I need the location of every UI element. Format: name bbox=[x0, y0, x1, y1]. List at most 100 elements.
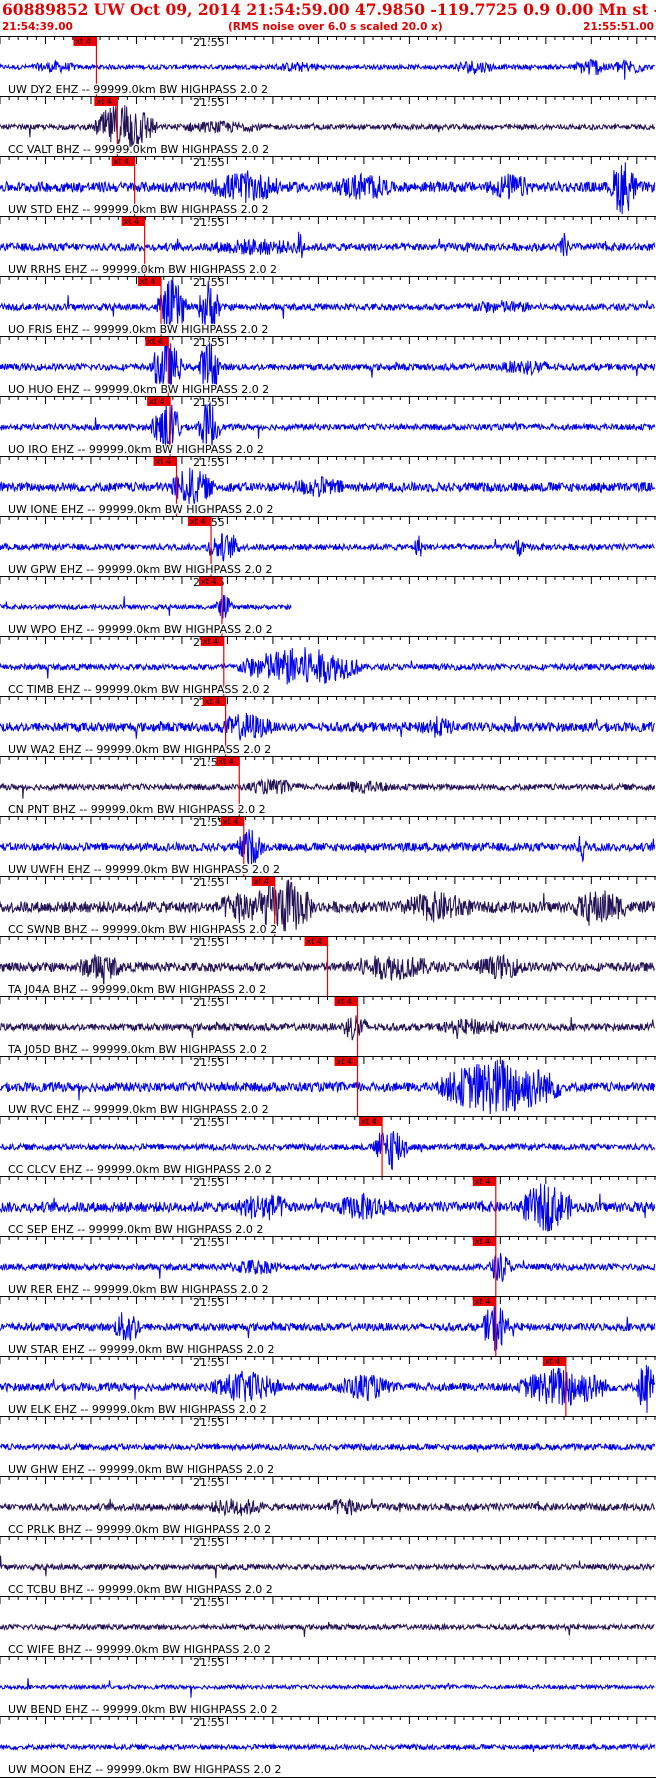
waveform-line bbox=[0, 533, 655, 562]
trace-strip: 21:55 CC TCBU BHZ -- 99999.0km BW HIGHPAS… bbox=[0, 1536, 656, 1597]
tick-label: 21:55 bbox=[193, 36, 225, 49]
trace-strip: 21:55 UW MOON EHZ -- 99999.0km BW HIGHPAS… bbox=[0, 1716, 656, 1777]
waveform-line bbox=[0, 1252, 656, 1282]
trace-strip: 21:55 xt 4 TA J05D BHZ -- 99999.0km BW HIG… bbox=[0, 996, 656, 1057]
trace-strip: 21:55 xt 4 UW RVC EHZ -- 99999.0km BW HIGH… bbox=[0, 1056, 656, 1117]
trace-strip: 21:55 xt 4 UW IONE EHZ -- 99999.0km BW HIG… bbox=[0, 456, 656, 517]
station-label: UO FRIS EHZ -- 99999.0km BW HIGHPASS 2.0… bbox=[8, 323, 268, 336]
pick-label: xt 4 bbox=[475, 1297, 491, 1306]
tick-label: 21:55 bbox=[193, 1056, 225, 1069]
tick-label: 21:55 bbox=[193, 1236, 225, 1249]
tick-label: 21:55 bbox=[193, 1416, 225, 1429]
station-label: UW GPW EHZ -- 99999.0km BW HIGHPASS 2.0 … bbox=[8, 563, 272, 576]
event-title: 60889852 UW Oct 09, 2014 21:54:59.00 47.… bbox=[2, 0, 656, 19]
waveform-line bbox=[0, 231, 656, 259]
tick-label: 21:55 bbox=[193, 876, 225, 889]
waveform-line bbox=[0, 647, 656, 685]
waveform-line bbox=[0, 1742, 656, 1753]
pick-label: xt 4 bbox=[337, 997, 353, 1006]
trace-strip: 21:55 xt 4 UW STD EHZ -- 99999.0km BW HIGH… bbox=[0, 156, 656, 217]
station-label: UW IONE EHZ -- 99999.0km BW HIGHPASS 2.0… bbox=[8, 503, 274, 516]
station-label: CC WIFE BHZ -- 99999.0km BW HIGHPASS 2.0… bbox=[8, 1643, 271, 1656]
pick-label: xt 4 bbox=[96, 97, 112, 106]
tick-label: 21:55 bbox=[193, 996, 225, 1009]
pick-label: xt 4 bbox=[475, 1237, 491, 1246]
trace-strip: 21:55 CC PRLK BHZ -- 99999.0km BW HIGHPAS… bbox=[0, 1476, 656, 1537]
pick-label: xt 4 bbox=[475, 1177, 491, 1186]
tick-label: 21:55 bbox=[193, 936, 225, 949]
station-label: UW STD EHZ -- 99999.0km BW HIGHPASS 2.0 … bbox=[8, 203, 269, 216]
station-label: UO HUO EHZ -- 99999.0km BW HIGHPASS 2.0 … bbox=[8, 383, 269, 396]
trace-strip: 21:55xt 4UW WA2 EHZ -- 99999.0km BW HIGH… bbox=[0, 696, 656, 757]
tick-label: 21:55 bbox=[193, 816, 225, 829]
station-label: UW RRHS EHZ -- 99999.0km BW HIGHPASS 2.0… bbox=[8, 263, 277, 276]
trace-strip: 21:55 xt 4 UW DY2 EHZ -- 99999.0km BW HIGH… bbox=[0, 36, 656, 97]
pick-label: xt 4 bbox=[75, 37, 91, 46]
waveform-line bbox=[0, 1498, 656, 1517]
pick-label: xt 4 bbox=[155, 457, 171, 466]
trace-strip: 21:55 CC WIFE BHZ -- 99999.0km BW HIGHPAS… bbox=[0, 1596, 656, 1657]
tick-label: 21:55 bbox=[193, 1596, 225, 1609]
pick-label: xt 4 bbox=[545, 1357, 561, 1366]
station-label: TA J05D BHZ -- 99999.0km BW HIGHPASS 2.0… bbox=[7, 1043, 267, 1056]
pick-label: xt 4 bbox=[140, 277, 156, 286]
station-label: UW RVC EHZ -- 99999.0km BW HIGHPASS 2.0 … bbox=[8, 1103, 269, 1116]
tick-label: 21:55 bbox=[193, 96, 225, 109]
station-label: UW DY2 EHZ -- 99999.0km BW HIGHPASS 2.0 … bbox=[8, 83, 268, 96]
waveform-line bbox=[0, 1015, 656, 1041]
waveform-line bbox=[0, 712, 656, 741]
tick-label: 21:55 bbox=[193, 156, 225, 169]
tick-label: 21:55 bbox=[193, 336, 225, 349]
trace-strip: 21:55xt 4CC TIMB EHZ -- 99999.0km BW HIG… bbox=[0, 636, 656, 697]
station-label: CC SEP EHZ -- 99999.0km BW HIGHPASS 2.0 … bbox=[8, 1223, 263, 1236]
pick-label: xt 4 bbox=[361, 1117, 377, 1126]
station-label: UW RER EHZ -- 99999.0km BW HIGHPASS 2.0 … bbox=[8, 1283, 269, 1296]
waveform-line bbox=[0, 467, 656, 505]
tick-label: 21:55 bbox=[193, 1476, 225, 1489]
pick-label: xt 4 bbox=[254, 877, 270, 886]
tick-label: 21:55 bbox=[193, 456, 225, 469]
pick-label: xt 4 bbox=[190, 517, 206, 526]
trace-strip: 21:55xt 4UO FRIS EHZ -- 99999.0km BW HIG… bbox=[0, 276, 656, 337]
pick-label: xt 4 bbox=[114, 157, 130, 166]
station-label: UW STAR EHZ -- 99999.0km BW HIGHPASS 2.0… bbox=[8, 1343, 274, 1356]
trace-strip: 21:55 xt 4 UW RER EHZ -- 99999.0km BW HIGH… bbox=[0, 1236, 656, 1297]
trace-strip: 21:55xt 4UW WPO EHZ -- 99999.0km BW HIGH… bbox=[0, 576, 656, 637]
station-label: UW WA2 EHZ -- 99999.0km BW HIGHPASS 2.0 … bbox=[8, 743, 271, 756]
trace-strip: 21:55 xt 4 CC SEP EHZ -- 99999.0km BW HIGH… bbox=[0, 1176, 656, 1237]
tick-label: 21:55 bbox=[193, 1356, 225, 1369]
waveform-line bbox=[0, 777, 656, 799]
waveform-line bbox=[0, 1442, 656, 1453]
station-label: UW UWFH EHZ -- 99999.0km BW HIGHPASS 2.0… bbox=[8, 863, 280, 876]
trace-strip: 21:55xt 4UW GPW EHZ -- 99999.0km BW HIGH… bbox=[0, 516, 656, 577]
trace-strip: 21:55 xt 4 CC SWNB BHZ -- 99999.0km BW HIG… bbox=[0, 876, 656, 937]
tick-label: 21:55 bbox=[193, 216, 225, 229]
trace-strip: 21:55 xt 4 UW STAR EHZ -- 99999.0km BW HIG… bbox=[0, 1296, 656, 1357]
station-label: CC TCBU BHZ -- 99999.0km BW HIGHPASS 2.0… bbox=[8, 1583, 273, 1596]
tick-label: 21:55 bbox=[193, 1176, 225, 1189]
pick-label: xt 4 bbox=[149, 397, 165, 406]
trace-strip: 21:55xt 4 UW UWFH EHZ -- 99999.0km BW HIG… bbox=[0, 816, 656, 877]
station-label: UW MOON EHZ -- 99999.0km BW HIGHPASS 2.0… bbox=[8, 1763, 281, 1776]
tick-label: 21:55 bbox=[193, 396, 225, 409]
station-label: CC PRLK BHZ -- 99999.0km BW HIGHPASS 2.0… bbox=[8, 1523, 271, 1536]
pick-label: xt 4 bbox=[205, 697, 221, 706]
tick-label: 21:55 bbox=[193, 1536, 225, 1549]
pick-label: xt 4 bbox=[307, 937, 323, 946]
station-label: TA J04A BHZ -- 99999.0km BW HIGHPASS 2.0… bbox=[7, 983, 266, 996]
station-label: CN PNT BHZ -- 99999.0km BW HIGHPASS 2.0 … bbox=[8, 803, 266, 816]
waveform-line bbox=[0, 829, 656, 865]
waveform-line bbox=[0, 1678, 655, 1698]
trace-strip: 21:55 xt 4 CC CLCV EHZ -- 99999.0km BW HIG… bbox=[0, 1116, 656, 1177]
trace-strip: 21:55 xt 4 UW ELK EHZ -- 99999.0km BW HIGH… bbox=[0, 1356, 656, 1417]
waveform-line bbox=[0, 1555, 655, 1579]
tick-label: 21:55 bbox=[193, 1656, 225, 1669]
pick-label: xt 4 bbox=[203, 637, 219, 646]
header: 60889852 UW Oct 09, 2014 21:54:59.00 47.… bbox=[0, 0, 656, 36]
tick-label: 21:55 bbox=[193, 1116, 225, 1129]
trace-strip: 21:55 xt 4 UO HUO EHZ -- 99999.0km BW HIGH… bbox=[0, 336, 656, 397]
seismogram-viewer: 60889852 UW Oct 09, 2014 21:54:59.00 47.… bbox=[0, 0, 656, 1778]
trace-strip: 21:55 xt 4 UW RRHS EHZ -- 99999.0km BW HIG… bbox=[0, 216, 656, 277]
station-label: UW GHW EHZ -- 99999.0km BW HIGHPASS 2.0 … bbox=[8, 1463, 274, 1476]
station-label: UW BEND EHZ -- 99999.0km BW HIGHPASS 2.0… bbox=[8, 1703, 278, 1716]
